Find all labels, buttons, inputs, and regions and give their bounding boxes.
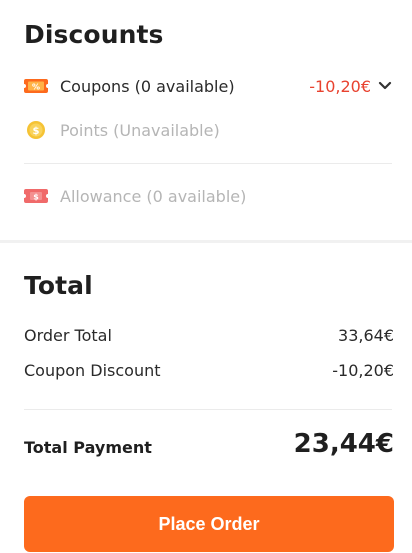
divider (24, 409, 392, 410)
svg-text:$: $ (33, 126, 40, 137)
order-total-value: 33,64€ (338, 326, 394, 345)
coupons-label: Coupons (0 available) (60, 76, 235, 96)
order-total-row: Order Total 33,64€ (24, 326, 394, 345)
allowance-row: $ Allowance (0 available) (24, 183, 393, 209)
coupons-row[interactable]: % Coupons (0 available) -10,20€ (24, 73, 393, 99)
total-payment-value: 23,44€ (293, 429, 394, 459)
discounts-title: Discounts (24, 20, 164, 49)
coupon-discount-row: Coupon Discount -10,20€ (24, 361, 394, 380)
place-order-button[interactable]: Place Order (24, 496, 394, 552)
chevron-down-icon[interactable] (377, 79, 393, 93)
coupons-amount: -10,20€ (309, 76, 371, 96)
discounts-section: Discounts % Coupons (0 available) -10,20… (0, 0, 412, 240)
svg-text:$: $ (33, 193, 39, 202)
divider (24, 163, 392, 164)
total-title: Total (24, 271, 93, 300)
coupon-discount-value: -10,20€ (332, 361, 394, 380)
coupons-value[interactable]: -10,20€ (309, 77, 393, 96)
allowance-label: Allowance (0 available) (60, 186, 247, 206)
total-payment-label: Total Payment (24, 438, 152, 457)
order-total-label: Order Total (24, 326, 112, 345)
points-row: $ Points (Unavailable) (24, 117, 393, 143)
coin-icon: $ (24, 121, 48, 139)
coupon-discount-label: Coupon Discount (24, 361, 161, 380)
allowance-ticket-icon: $ (24, 189, 48, 203)
coupon-icon: % (24, 79, 48, 93)
total-section: Total Order Total 33,64€ Coupon Discount… (0, 243, 412, 553)
points-label: Points (Unavailable) (60, 120, 220, 140)
svg-text:%: % (32, 83, 40, 92)
